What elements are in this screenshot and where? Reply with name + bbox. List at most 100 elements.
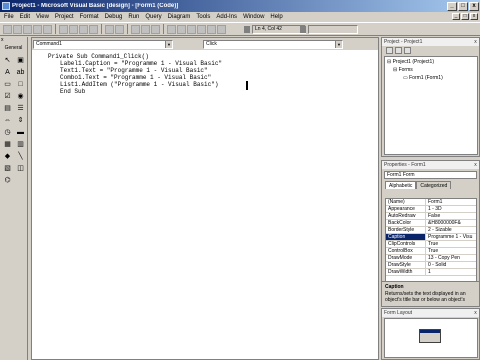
property-row[interactable]: DrawWidth 1: [386, 269, 476, 276]
size-readout: [308, 25, 358, 34]
pointer-icon[interactable]: ↖: [2, 56, 13, 66]
copy-icon[interactable]: [69, 24, 78, 34]
tree-item-form1[interactable]: ▭ Form1 (Form1): [387, 75, 475, 83]
object-combo[interactable]: Command1 ▼: [33, 39, 173, 49]
dir-icon[interactable]: ▦: [2, 140, 13, 150]
menu-tools[interactable]: Tools: [196, 14, 210, 20]
drive-icon[interactable]: ▬: [15, 128, 26, 138]
undo-icon[interactable]: [105, 24, 114, 34]
chevron-down-icon[interactable]: ▼: [335, 40, 342, 48]
property-row[interactable]: Appearance 1 - 3D: [386, 206, 476, 213]
property-row[interactable]: DrawStyle 0 - Solid: [386, 262, 476, 269]
textbox-icon[interactable]: ab: [15, 68, 26, 78]
project-explorer-icon[interactable]: [167, 24, 176, 34]
view-object-icon[interactable]: [395, 47, 402, 54]
close-icon[interactable]: x: [472, 162, 479, 168]
combobox-icon[interactable]: ▤: [2, 104, 13, 114]
data-view-icon[interactable]: [217, 24, 226, 34]
toolbar-separator: [127, 24, 129, 34]
menu-project[interactable]: Project: [55, 14, 74, 20]
project-toolbar: [382, 46, 479, 55]
property-row[interactable]: (Name) Form1: [386, 199, 476, 206]
redo-icon[interactable]: [115, 24, 124, 34]
mdi-minimize-button[interactable]: _: [452, 13, 460, 20]
layout-screen: [384, 318, 478, 358]
mdi-close-button[interactable]: x: [470, 13, 478, 20]
hscroll-icon[interactable]: ⇔: [2, 116, 13, 126]
code-editor[interactable]: Private Sub Command1_Click() Label1.Capt…: [32, 50, 378, 359]
menu-edit[interactable]: Edit: [20, 14, 30, 20]
close-icon[interactable]: x: [472, 39, 479, 45]
toolbox-header[interactable]: General: [0, 45, 27, 53]
menu-add-ins[interactable]: Add-Ins: [216, 14, 237, 20]
form-layout-icon[interactable]: [187, 24, 196, 34]
data-icon[interactable]: ◫: [15, 164, 26, 174]
picture-icon[interactable]: ▣: [15, 56, 26, 66]
layout-form-preview[interactable]: [419, 329, 441, 343]
procedure-combo-value: Click: [206, 40, 217, 47]
property-row[interactable]: ClipControls True: [386, 241, 476, 248]
tree-item-project[interactable]: ⊟ Project1 (Project1): [387, 59, 475, 67]
maximize-button[interactable]: □: [458, 1, 468, 11]
property-row[interactable]: AutoRedraw False: [386, 213, 476, 220]
toolbox-close-icon[interactable]: x: [0, 37, 27, 45]
start-icon[interactable]: [131, 24, 140, 34]
find-icon[interactable]: [89, 24, 98, 34]
position-icon: [244, 26, 250, 33]
option-icon[interactable]: ◉: [15, 92, 26, 102]
image-icon[interactable]: ▧: [2, 164, 13, 174]
shape-icon[interactable]: ◆: [2, 152, 13, 162]
chevron-down-icon[interactable]: ▼: [165, 40, 172, 48]
tab-categorized[interactable]: Categorized: [416, 181, 452, 189]
open-icon[interactable]: [33, 24, 42, 34]
minimize-button[interactable]: _: [447, 1, 457, 11]
checkbox-icon[interactable]: ☑: [2, 92, 13, 102]
view-code-icon[interactable]: [386, 47, 393, 54]
menu-editor-icon[interactable]: [23, 24, 32, 34]
ole-icon[interactable]: ⌬: [2, 176, 13, 186]
file-icon[interactable]: ▥: [15, 140, 26, 150]
end-icon[interactable]: [151, 24, 160, 34]
mdi-restore-button[interactable]: □: [461, 13, 469, 20]
close-icon[interactable]: x: [472, 310, 479, 316]
save-icon[interactable]: [43, 24, 52, 34]
menu-diagram[interactable]: Diagram: [168, 14, 191, 20]
menu-debug[interactable]: Debug: [105, 14, 123, 20]
properties-title-bar: Properties - Form1 x: [382, 161, 479, 169]
menu-file[interactable]: File: [4, 14, 14, 20]
toolbox-icon[interactable]: [207, 24, 216, 34]
line-icon[interactable]: ╲: [15, 152, 26, 162]
close-button[interactable]: x: [469, 1, 479, 11]
property-row[interactable]: DrawMode 13 - Copy Pen: [386, 255, 476, 262]
break-icon[interactable]: [141, 24, 150, 34]
object-browser-icon[interactable]: [197, 24, 206, 34]
property-row[interactable]: BackColor &H8000000F&: [386, 220, 476, 227]
toggle-folders-icon[interactable]: [404, 47, 411, 54]
add-form-icon[interactable]: [13, 24, 22, 34]
frame-icon[interactable]: ▭: [2, 80, 13, 90]
listbox-icon[interactable]: ☰: [15, 104, 26, 114]
menu-help[interactable]: Help: [270, 14, 282, 20]
property-row[interactable]: ControlBox True: [386, 248, 476, 255]
property-row-selected[interactable]: Caption Programme 1 - Visu: [386, 234, 476, 241]
procedure-combo[interactable]: Click ▼: [203, 39, 343, 49]
tab-alphabetic[interactable]: Alphabetic: [385, 181, 417, 189]
property-row[interactable]: BorderStyle 2 - Sizable: [386, 227, 476, 234]
vscroll-icon[interactable]: ⇕: [15, 116, 26, 126]
properties-grid: (Name) Form1 Appearance 1 - 3D AutoRedraw F…: [385, 198, 477, 294]
menu-run[interactable]: Run: [128, 14, 139, 20]
label-icon[interactable]: A: [2, 68, 13, 78]
menu-query[interactable]: Query: [145, 14, 161, 20]
menu-view[interactable]: View: [36, 14, 49, 20]
timer-icon[interactable]: ◷: [2, 128, 13, 138]
properties-object-combo[interactable]: Form1 Form: [384, 171, 477, 179]
cut-icon[interactable]: [59, 24, 68, 34]
add-project-icon[interactable]: [3, 24, 12, 34]
tree-item-forms[interactable]: ⊟ Forms: [387, 67, 475, 75]
menu-format[interactable]: Format: [80, 14, 99, 20]
paste-icon[interactable]: [79, 24, 88, 34]
object-combo-value: Command1: [36, 40, 62, 47]
properties-window-icon[interactable]: [177, 24, 186, 34]
button-icon[interactable]: □: [15, 80, 26, 90]
menu-window[interactable]: Window: [243, 14, 264, 20]
